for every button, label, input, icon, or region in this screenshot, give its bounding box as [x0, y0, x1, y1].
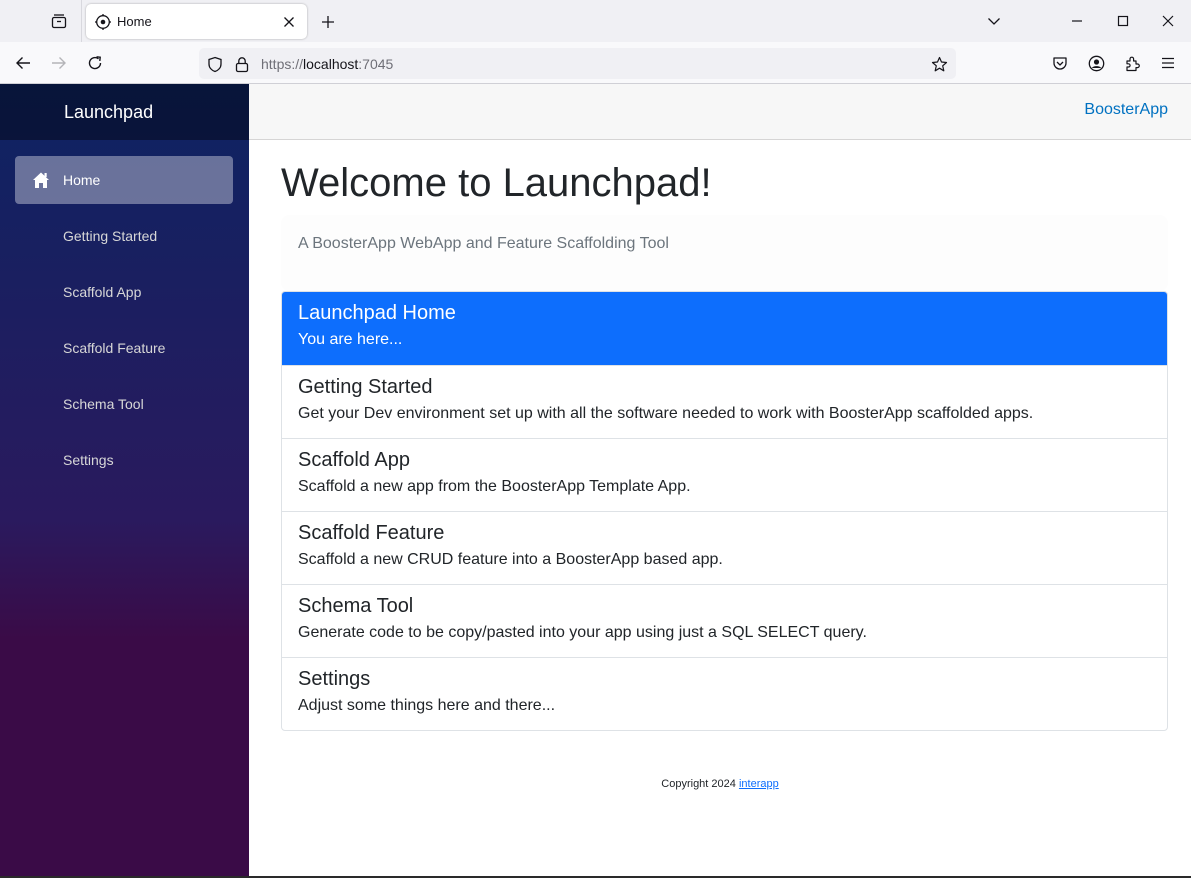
star-icon[interactable] [930, 55, 948, 73]
list-item-title: Launchpad Home [298, 302, 456, 324]
list-item-settings[interactable]: Settings Adjust some things here and the… [282, 657, 1167, 730]
sidebar-item-label: Getting Started [63, 228, 158, 244]
home-icon [33, 172, 49, 188]
sidebar-item-scaffold-app[interactable]: Scaffold App [15, 268, 233, 316]
sidebar-item-label: Home [63, 172, 101, 188]
tab-separator [81, 0, 82, 42]
feature-list: Launchpad Home You are here... Getting S… [281, 291, 1168, 731]
page-title: Welcome to Launchpad! [281, 161, 712, 205]
sidebar-item-label: Settings [63, 452, 114, 468]
arrow-left-icon[interactable] [11, 51, 35, 75]
footer-link-interapp[interactable]: interapp [739, 778, 779, 790]
list-item-description: Generate code to be copy/pasted into you… [298, 624, 867, 641]
url-text[interactable]: https://localhost:7045 [261, 56, 393, 72]
tab-list-icon[interactable] [48, 11, 70, 31]
sidebar-nav: Home Getting Started Scaffold App Scaffo… [0, 140, 249, 484]
maximize-icon[interactable] [1111, 9, 1135, 33]
list-item-title: Schema Tool [298, 595, 414, 617]
target-icon [95, 13, 111, 30]
minimize-icon[interactable] [1065, 9, 1089, 33]
hamburger-icon[interactable] [1156, 51, 1180, 75]
list-item-description: Get your Dev environment set up with all… [298, 405, 1034, 422]
sidebar-item-getting-started[interactable]: Getting Started [15, 212, 233, 260]
list-item-description: Scaffold a new app from the BoosterApp T… [298, 478, 691, 495]
close-icon[interactable] [277, 10, 301, 34]
list-item-title: Scaffold Feature [298, 522, 445, 544]
url-host: localhost [303, 56, 359, 72]
lead-text: A BoosterApp WebApp and Feature Scaffold… [281, 215, 1168, 291]
url-scheme: https:// [261, 56, 304, 72]
app-root: Launchpad Home Getting Started Scaffold … [0, 84, 1191, 878]
browser-tab-home[interactable]: Home [86, 4, 307, 39]
sidebar-item-settings[interactable]: Settings [15, 436, 233, 484]
list-item-title: Settings [298, 668, 371, 690]
content: Welcome to Launchpad! A BoosterApp WebAp… [249, 159, 1191, 731]
list-item-description: You are here... [298, 331, 403, 348]
sidebar-item-label: Scaffold App [63, 284, 142, 300]
main-area: BoosterApp Welcome to Launchpad! A Boost… [249, 84, 1191, 876]
plus-icon[interactable] [317, 11, 339, 33]
browser-nav-bar: https://localhost:7045 [0, 42, 1191, 84]
lock-icon[interactable] [233, 55, 251, 73]
list-item-title: Getting Started [298, 376, 433, 398]
account-icon[interactable] [1084, 51, 1108, 75]
pocket-icon[interactable] [1048, 51, 1072, 75]
list-item-getting-started[interactable]: Getting Started Get your Dev environment… [282, 365, 1167, 438]
url-bar[interactable]: https://localhost:7045 [199, 48, 956, 79]
sidebar: Launchpad Home Getting Started Scaffold … [0, 84, 249, 876]
close-icon[interactable] [1156, 9, 1180, 33]
url-port: :7045 [358, 56, 394, 72]
list-item-title: Scaffold App [298, 449, 410, 471]
sidebar-item-home[interactable]: Home [15, 156, 233, 204]
list-item-description: Scaffold a new CRUD feature into a Boost… [298, 551, 723, 568]
browser-tab-bar: Home [0, 0, 1191, 42]
booster-app-link[interactable]: BoosterApp [1084, 101, 1168, 119]
list-item-description: Adjust some things here and there... [298, 697, 556, 714]
list-item-launchpad-home[interactable]: Launchpad Home You are here... [282, 292, 1167, 365]
reload-icon[interactable] [83, 51, 107, 75]
list-item-schema-tool[interactable]: Schema Tool Generate code to be copy/pas… [282, 584, 1167, 657]
sidebar-brand[interactable]: Launchpad [0, 84, 249, 140]
arrow-right-icon[interactable] [47, 51, 71, 75]
list-item-scaffold-app[interactable]: Scaffold App Scaffold a new app from the… [282, 438, 1167, 511]
sidebar-item-schema-tool[interactable]: Schema Tool [15, 380, 233, 428]
chevron-down-icon[interactable] [982, 9, 1006, 33]
top-bar: BoosterApp [249, 84, 1191, 140]
sidebar-item-label: Scaffold Feature [63, 340, 166, 356]
tab-title: Home [117, 14, 152, 29]
list-item-scaffold-feature[interactable]: Scaffold Feature Scaffold a new CRUD fea… [282, 511, 1167, 584]
puzzle-icon[interactable] [1120, 51, 1144, 75]
shield-icon[interactable] [206, 55, 224, 73]
sidebar-item-scaffold-feature[interactable]: Scaffold Feature [15, 324, 233, 372]
footer: Copyright 2024 interapp [249, 778, 1191, 790]
sidebar-item-label: Schema Tool [63, 396, 144, 412]
copyright-text: Copyright 2024 [661, 778, 736, 790]
